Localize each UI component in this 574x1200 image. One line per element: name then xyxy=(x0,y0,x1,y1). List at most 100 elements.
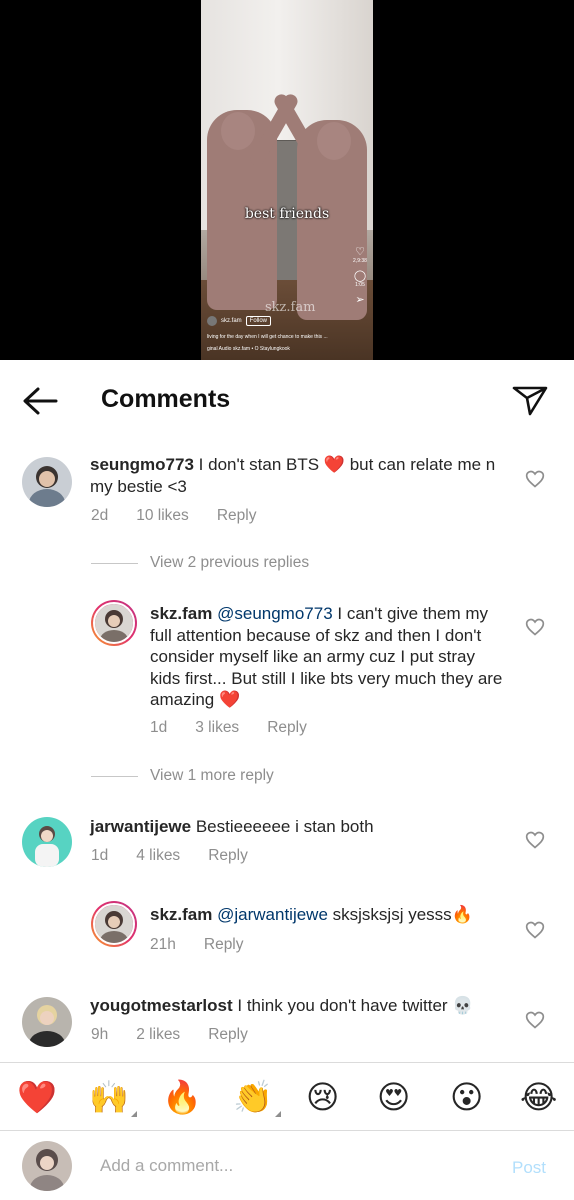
comment-time: 21h xyxy=(150,936,176,953)
comment: yougotmestarlost I think you don't have … xyxy=(0,992,574,1052)
view-replies-label: View 1 more reply xyxy=(150,767,274,784)
comment-body: skz.fam @seungmo773 I can't give them my… xyxy=(150,603,505,711)
post-button[interactable]: Post xyxy=(512,1158,546,1178)
emoji-raising-hands[interactable]: 🙌 xyxy=(89,1078,137,1117)
emoji-surprised-face[interactable]: 😮 xyxy=(450,1079,483,1115)
comment-username[interactable]: yougotmestarlost xyxy=(90,996,233,1015)
avatar[interactable] xyxy=(91,901,137,947)
video-audio[interactable]: ginal Audio skz.fam • O Staylungkook xyxy=(207,346,290,352)
view-previous-replies-button[interactable]: View 2 previous replies xyxy=(91,554,309,572)
comment-body: skz.fam @jarwantijewe sksjsksjsj yesss🔥 xyxy=(150,904,510,926)
comment-time: 1d xyxy=(91,847,109,864)
comment-meta: 1d 4 likes Reply xyxy=(91,847,276,865)
heart-icon xyxy=(525,1011,545,1029)
heart-icon xyxy=(525,618,545,636)
video-description: living for the day when I will get chanc… xyxy=(207,334,328,340)
emoji-glyph: 🙌 xyxy=(89,1078,129,1116)
divider xyxy=(91,775,138,777)
video-thumbnail[interactable]: best friends skz.fam ♡ 2,9:38 ◯ 1:05 ➢ s… xyxy=(201,0,373,360)
like-comment-button[interactable] xyxy=(525,830,545,850)
comment-time: 2d xyxy=(91,507,109,524)
arrow-left-icon xyxy=(23,387,58,415)
reply-button[interactable]: Reply xyxy=(204,936,244,954)
divider xyxy=(91,562,138,564)
emoji-fire[interactable]: 🔥 xyxy=(162,1079,202,1115)
skin-tone-indicator xyxy=(274,1111,281,1117)
reply-button[interactable]: Reply xyxy=(208,1026,248,1044)
view-replies-label: View 2 previous replies xyxy=(150,554,310,571)
like-comment-button[interactable] xyxy=(525,617,545,637)
like-comment-button[interactable] xyxy=(525,1010,545,1030)
share-button[interactable] xyxy=(510,382,550,418)
video-watermark: skz.fam xyxy=(265,300,316,315)
reply-button[interactable]: Reply xyxy=(267,719,307,737)
avatar[interactable] xyxy=(22,817,72,867)
comment-meta: 21h Reply xyxy=(150,936,272,954)
comment-meta: 1d 3 likes Reply xyxy=(150,719,335,737)
like-comment-button[interactable] xyxy=(525,920,545,940)
comment-body: seungmo773 I don't stan BTS ❤️ but can r… xyxy=(90,454,510,498)
emoji-heart-eyes[interactable]: 😍 xyxy=(377,1079,410,1115)
skin-tone-indicator xyxy=(130,1111,137,1117)
comment-input[interactable] xyxy=(100,1153,480,1179)
comment-meta: 9h 2 likes Reply xyxy=(91,1026,276,1044)
comment-mention[interactable]: @jarwantijewe xyxy=(217,905,328,924)
like-comment-button[interactable] xyxy=(525,469,545,489)
comment-username[interactable]: skz.fam xyxy=(150,905,212,924)
comment-text: sksjsksjsj yesss🔥 xyxy=(332,905,473,924)
comment-mention[interactable]: @seungmo773 xyxy=(217,604,333,623)
comment-likes[interactable]: 2 likes xyxy=(136,1026,180,1044)
emoji-glyph: 👏 xyxy=(233,1078,273,1116)
heart-icon xyxy=(525,831,545,849)
avatar[interactable] xyxy=(91,600,137,646)
avatar[interactable] xyxy=(207,316,217,326)
heart-icon xyxy=(525,921,545,939)
avatar[interactable] xyxy=(22,997,72,1047)
comment-body: yougotmestarlost I think you don't have … xyxy=(90,995,510,1017)
heart-icon xyxy=(525,470,545,488)
avatar xyxy=(22,1141,72,1191)
comment-text: Bestieeeeee i stan both xyxy=(195,817,374,836)
video-user-row: skz.fam Follow xyxy=(207,316,272,326)
video-comment-count: 1:05 xyxy=(355,282,365,288)
comment-reply: skz.fam @jarwantijewe sksjsksjsj yesss🔥 … xyxy=(0,900,574,960)
comment-icon[interactable]: ◯ xyxy=(351,270,369,282)
share-icon[interactable]: ➢ xyxy=(351,294,369,306)
comment: jarwantijewe Bestieeeeee i stan both 1d … xyxy=(0,812,574,872)
comment-username[interactable]: jarwantijewe xyxy=(90,817,191,836)
video-hood xyxy=(221,112,255,150)
emoji-crying-face[interactable]: 😢 xyxy=(306,1079,339,1115)
comment-username[interactable]: skz.fam xyxy=(150,604,212,623)
comment-likes[interactable]: 3 likes xyxy=(195,719,239,737)
emoji-red-heart[interactable]: ❤️ xyxy=(17,1079,57,1115)
comment-time: 9h xyxy=(91,1026,109,1043)
reply-button[interactable]: Reply xyxy=(217,507,257,525)
comment: seungmo773 I don't stan BTS ❤️ but can r… xyxy=(0,450,574,530)
comment-username[interactable]: seungmo773 xyxy=(90,455,194,474)
comment-composer: Post xyxy=(0,1130,574,1200)
emoji-laughing-face[interactable]: 😂 xyxy=(520,1079,557,1115)
video-caption: best friends xyxy=(244,206,330,222)
reply-button[interactable]: Reply xyxy=(208,847,248,865)
heart-icon[interactable]: ♡ xyxy=(351,246,369,258)
comments-header: Comments xyxy=(0,360,574,442)
emoji-clapping-hands[interactable]: 👏 xyxy=(233,1078,281,1117)
video-like-count: 2,9:38 xyxy=(353,258,367,264)
paper-plane-icon xyxy=(512,386,548,416)
video-preview-area: best friends skz.fam ♡ 2,9:38 ◯ 1:05 ➢ s… xyxy=(0,0,574,360)
avatar[interactable] xyxy=(22,457,72,507)
emoji-quick-bar: ❤️ 🙌 🔥 👏 😢 😍 😮 😂 xyxy=(0,1062,574,1130)
comment-reply: skz.fam @seungmo773 I can't give them my… xyxy=(0,600,574,740)
video-username[interactable]: skz.fam xyxy=(221,318,242,324)
view-more-replies-button[interactable]: View 1 more reply xyxy=(91,767,274,785)
comment-meta: 2d 10 likes Reply xyxy=(91,507,284,525)
page-title: Comments xyxy=(101,385,231,413)
follow-button[interactable]: Follow xyxy=(245,316,272,326)
video-side-actions: ♡ 2,9:38 ◯ 1:05 ➢ xyxy=(351,240,369,306)
comment-likes[interactable]: 4 likes xyxy=(136,847,180,865)
back-button[interactable] xyxy=(20,384,60,418)
comment-likes[interactable]: 10 likes xyxy=(136,507,189,525)
video-hood xyxy=(317,122,351,160)
comment-text: I think you don't have twitter 💀 xyxy=(237,996,474,1015)
comment-body: jarwantijewe Bestieeeeee i stan both xyxy=(90,816,510,838)
